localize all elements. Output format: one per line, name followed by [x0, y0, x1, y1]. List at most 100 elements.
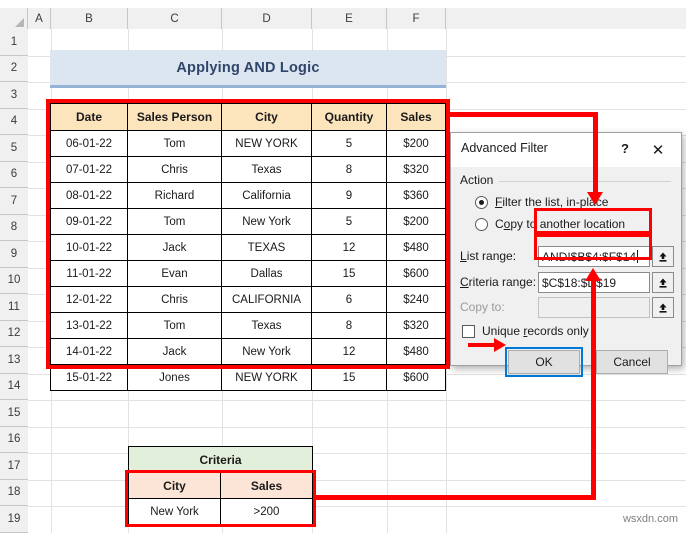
column-header-c[interactable]: C: [128, 8, 222, 29]
column-header-d[interactable]: D: [222, 8, 312, 29]
row-header-11[interactable]: 11: [0, 294, 28, 321]
data-table-cell[interactable]: $600: [386, 260, 446, 287]
data-table-cell[interactable]: Jones: [127, 364, 222, 391]
row-header-15[interactable]: 15: [0, 400, 28, 427]
row-header-13[interactable]: 13: [0, 347, 28, 374]
help-icon[interactable]: ?: [621, 141, 629, 156]
data-table-cell[interactable]: Richard: [127, 182, 222, 209]
data-table-cell[interactable]: Dallas: [221, 260, 312, 287]
data-table-cell[interactable]: Evan: [127, 260, 222, 287]
row-header-4[interactable]: 4: [0, 108, 28, 135]
column-header-b[interactable]: B: [51, 8, 128, 29]
data-table-cell[interactable]: 5: [311, 130, 387, 157]
data-table-row[interactable]: 15-01-22 Jones NEW YORK 15 $600: [50, 364, 446, 391]
list-range-input[interactable]: AND!$B$4:$F$14: [538, 246, 650, 267]
data-table-cell[interactable]: 07-01-22: [50, 156, 128, 183]
list-range-collapse-button[interactable]: [652, 246, 674, 267]
data-table-row[interactable]: 10-01-22 Jack TEXAS 12 $480: [50, 234, 446, 261]
data-table-cell[interactable]: California: [221, 182, 312, 209]
row-header-18[interactable]: 18: [0, 479, 28, 506]
data-table-cell[interactable]: 09-01-22: [50, 208, 128, 235]
data-table-cell[interactable]: 8: [311, 156, 387, 183]
data-table-cell[interactable]: 13-01-22: [50, 312, 128, 339]
data-table-row[interactable]: 07-01-22 Chris Texas 8 $320: [50, 156, 446, 183]
data-table-row[interactable]: 13-01-22 Tom Texas 8 $320: [50, 312, 446, 339]
row-header-5[interactable]: 5: [0, 135, 28, 162]
data-table-cell[interactable]: Tom: [127, 130, 222, 157]
data-table-cell[interactable]: NEW YORK: [221, 130, 312, 157]
data-table-cell[interactable]: 5: [311, 208, 387, 235]
data-table-cell[interactable]: 12-01-22: [50, 286, 128, 313]
data-table-cell[interactable]: $320: [386, 312, 446, 339]
unique-records-only-checkbox[interactable]: Unique records only: [462, 324, 589, 338]
criteria-table[interactable]: Criteria City Sales New York >200: [128, 446, 313, 525]
row-header-2[interactable]: 2: [0, 55, 28, 82]
data-table-cell[interactable]: $480: [386, 234, 446, 261]
column-header-e[interactable]: E: [312, 8, 387, 29]
data-table-cell[interactable]: 15-01-22: [50, 364, 128, 391]
column-header-a[interactable]: A: [28, 8, 51, 29]
row-header-17[interactable]: 17: [0, 453, 28, 480]
row-header-16[interactable]: 16: [0, 426, 28, 453]
criteria-value-cell[interactable]: >200: [220, 498, 313, 525]
data-table-cell[interactable]: Texas: [221, 156, 312, 183]
data-table-row[interactable]: 12-01-22 Chris CALIFORNIA 6 $240: [50, 286, 446, 313]
row-header-19[interactable]: 19: [0, 506, 28, 533]
data-table-cell[interactable]: 14-01-22: [50, 338, 128, 365]
data-table-cell[interactable]: $240: [386, 286, 446, 313]
column-header-f[interactable]: F: [387, 8, 446, 29]
row-header-7[interactable]: 7: [0, 188, 28, 215]
data-table-cell[interactable]: $360: [386, 182, 446, 209]
data-table-cell[interactable]: 9: [311, 182, 387, 209]
row-header-9[interactable]: 9: [0, 241, 28, 268]
data-table-cell[interactable]: Chris: [127, 286, 222, 313]
data-table-cell[interactable]: $480: [386, 338, 446, 365]
close-icon[interactable]: ✕: [641, 137, 675, 163]
data-table-cell[interactable]: TEXAS: [221, 234, 312, 261]
data-table-cell[interactable]: Jack: [127, 234, 222, 261]
data-table-cell[interactable]: $200: [386, 130, 446, 157]
data-table-cell[interactable]: Texas: [221, 312, 312, 339]
row-header-1[interactable]: 1: [0, 29, 28, 56]
data-table-cell[interactable]: 15: [311, 260, 387, 287]
data-table-row[interactable]: 11-01-22 Evan Dallas 15 $600: [50, 260, 446, 287]
data-table-cell[interactable]: NEW YORK: [221, 364, 312, 391]
radio-copy-to-another-location[interactable]: Copy to another location: [475, 217, 625, 231]
criteria-range-collapse-button[interactable]: [652, 272, 674, 293]
criteria-value-cell[interactable]: New York: [128, 498, 221, 525]
row-header-3[interactable]: 3: [0, 82, 28, 109]
data-table-cell[interactable]: New York: [221, 208, 312, 235]
data-table-cell[interactable]: 10-01-22: [50, 234, 128, 261]
data-table-cell[interactable]: 15: [311, 364, 387, 391]
data-table-cell[interactable]: Tom: [127, 312, 222, 339]
data-table-cell[interactable]: 12: [311, 234, 387, 261]
data-table-cell[interactable]: 8: [311, 312, 387, 339]
data-table-row[interactable]: 14-01-22 Jack New York 12 $480: [50, 338, 446, 365]
row-header-6[interactable]: 6: [0, 161, 28, 188]
data-table-cell[interactable]: $200: [386, 208, 446, 235]
data-table-cell[interactable]: 12: [311, 338, 387, 365]
row-header-8[interactable]: 8: [0, 214, 28, 241]
data-table-cell[interactable]: Tom: [127, 208, 222, 235]
data-table-cell[interactable]: 06-01-22: [50, 130, 128, 157]
data-table-cell[interactable]: 6: [311, 286, 387, 313]
data-table-row[interactable]: 06-01-22 Tom NEW YORK 5 $200: [50, 130, 446, 157]
data-table-cell[interactable]: 11-01-22: [50, 260, 128, 287]
ok-button[interactable]: OK: [505, 347, 583, 377]
row-header-12[interactable]: 12: [0, 320, 28, 347]
data-table-cell[interactable]: New York: [221, 338, 312, 365]
data-table-cell[interactable]: $600: [386, 364, 446, 391]
data-table-cell[interactable]: Jack: [127, 338, 222, 365]
cancel-button[interactable]: Cancel: [596, 350, 668, 374]
data-table-cell[interactable]: 08-01-22: [50, 182, 128, 209]
data-table-cell[interactable]: $320: [386, 156, 446, 183]
data-table-cell[interactable]: Chris: [127, 156, 222, 183]
data-table-row[interactable]: 08-01-22 Richard California 9 $360: [50, 182, 446, 209]
data-table-row[interactable]: 09-01-22 Tom New York 5 $200: [50, 208, 446, 235]
row-header-10[interactable]: 10: [0, 267, 28, 294]
advanced-filter-dialog[interactable]: Advanced Filter ? ✕ Action Filter the li…: [450, 132, 682, 377]
data-table-cell[interactable]: CALIFORNIA: [221, 286, 312, 313]
select-all-corner[interactable]: [0, 8, 28, 29]
sales-data-table[interactable]: Date Sales Person City Quantity Sales 06-01-…: [50, 103, 446, 391]
row-header-14[interactable]: 14: [0, 373, 28, 400]
